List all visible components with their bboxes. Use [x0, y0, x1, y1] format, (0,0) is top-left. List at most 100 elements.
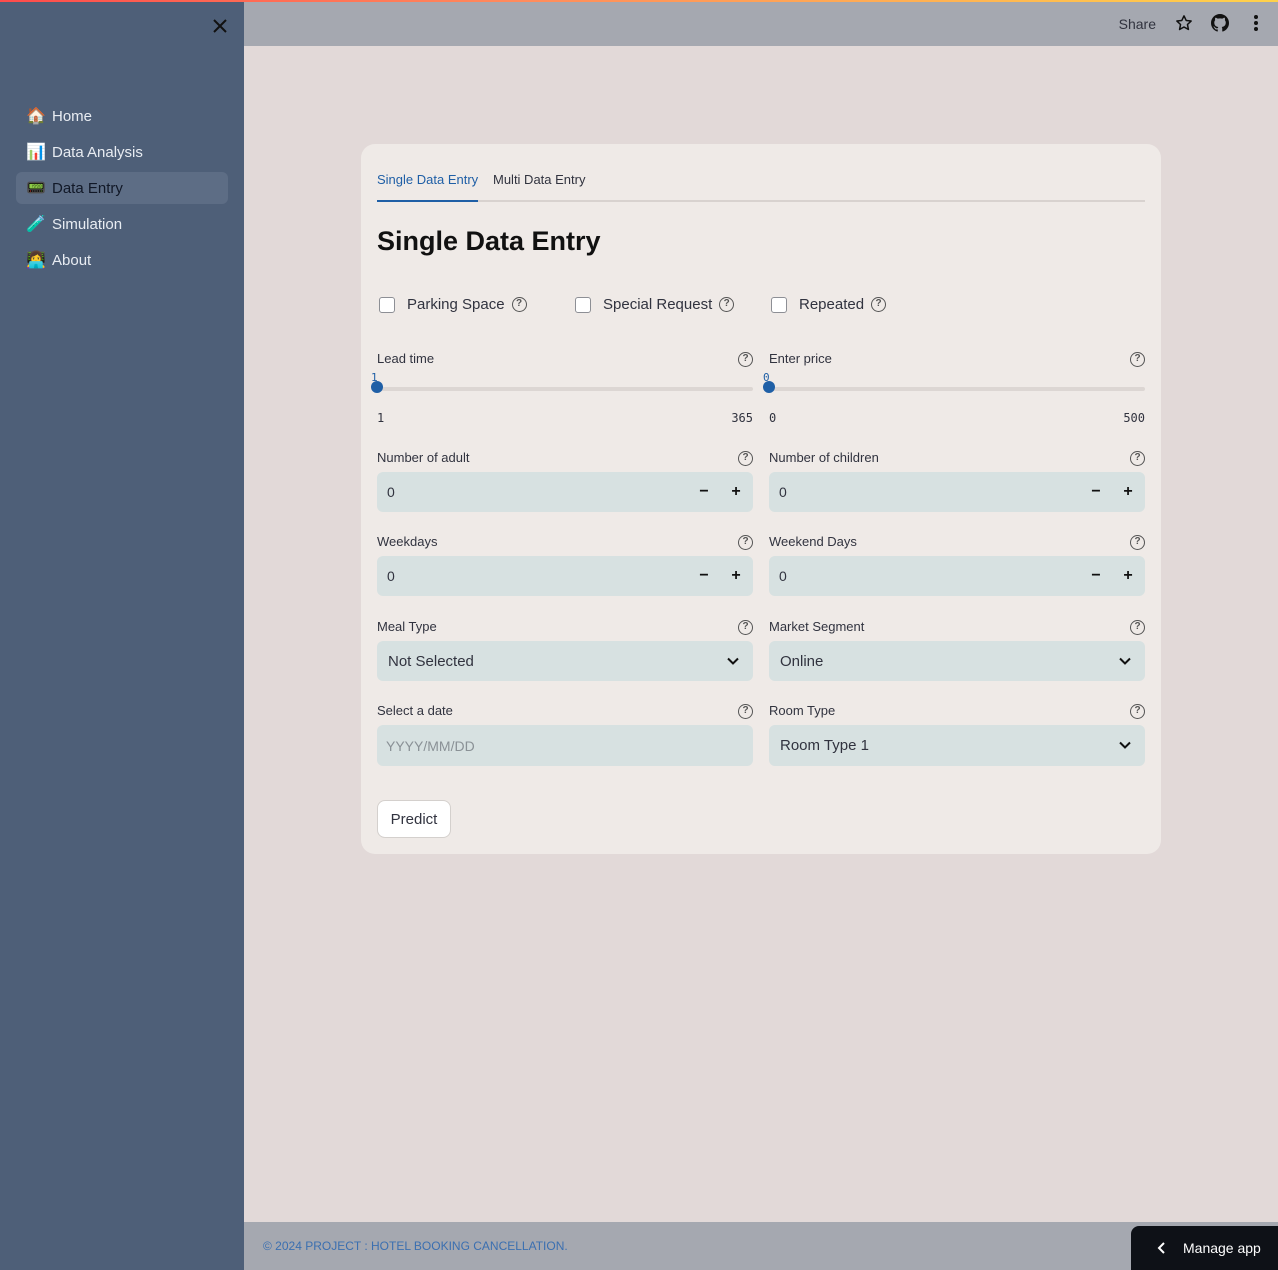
tab-bar: Single Data Entry Multi Data Entry: [377, 170, 1145, 202]
sidebar-item-label: Data Analysis: [52, 143, 143, 161]
sidebar: 🏠 Home 📊 Data Analysis 📟 Data Entry 🧪 Si…: [0, 0, 244, 1270]
decrement-button[interactable]: −: [1084, 481, 1108, 505]
technologist-icon: 👩‍💻: [26, 252, 46, 269]
app-header: Share: [244, 2, 1278, 46]
help-icon[interactable]: ?: [738, 451, 753, 466]
help-icon[interactable]: ?: [511, 297, 527, 312]
sidebar-item-simulation[interactable]: 🧪 Simulation: [16, 208, 228, 240]
checkbox-label: Parking Space: [407, 296, 505, 313]
chevron-down-icon: [1119, 657, 1131, 665]
help-icon[interactable]: ?: [1130, 352, 1145, 367]
pager-icon: 📟: [26, 180, 46, 197]
increment-button[interactable]: +: [1116, 565, 1140, 589]
market-segment-select[interactable]: Online: [769, 641, 1145, 681]
test-tube-icon: 🧪: [26, 216, 46, 233]
field-label: Enter price: [769, 351, 832, 366]
sidebar-item-label: Data Entry: [52, 179, 123, 197]
sidebar-item-label: Simulation: [52, 215, 123, 233]
sidebar-item-label: Home: [52, 107, 93, 125]
help-icon[interactable]: ?: [1130, 620, 1145, 635]
field-label: Meal Type: [377, 619, 437, 634]
date-field: Select a date ?: [377, 703, 753, 767]
repeated-checkbox-row: Repeated ?: [771, 296, 887, 313]
sidebar-item-home[interactable]: 🏠 Home: [16, 100, 228, 132]
share-button[interactable]: Share: [1119, 16, 1156, 32]
increment-button[interactable]: +: [1116, 481, 1140, 505]
sidebar-item-data-entry[interactable]: 📟 Data Entry: [16, 172, 228, 204]
tab-multi-data-entry[interactable]: Multi Data Entry: [493, 170, 585, 202]
field-label: Weekend Days: [769, 534, 857, 549]
number-value: 0: [779, 484, 787, 500]
page-title: Single Data Entry: [377, 226, 601, 256]
house-icon: 🏠: [26, 108, 46, 125]
field-label: Number of adult: [377, 450, 470, 465]
help-icon[interactable]: ?: [719, 297, 735, 312]
slider-min-label: 1: [377, 411, 385, 425]
select-value: Online: [780, 653, 824, 670]
weekend-days-number-input[interactable]: 0 − +: [769, 556, 1145, 596]
favorite-button[interactable]: [1173, 12, 1195, 34]
meal-type-field: Meal Type ? Not Selected: [377, 619, 753, 683]
field-label: Lead time: [377, 351, 435, 366]
number-value: 0: [387, 568, 395, 584]
meal-type-select[interactable]: Not Selected: [377, 641, 753, 681]
slider-min-label: 0: [769, 411, 777, 425]
help-icon[interactable]: ?: [738, 704, 753, 719]
slider-thumb[interactable]: [371, 381, 383, 393]
sidebar-item-data-analysis[interactable]: 📊 Data Analysis: [16, 136, 228, 168]
more-vertical-icon: [1254, 15, 1258, 31]
chevron-down-icon: [727, 657, 739, 665]
weekdays-number-field: Weekdays ? 0 − +: [377, 534, 753, 598]
checkbox-label: Repeated: [799, 296, 865, 313]
room-type-select[interactable]: Room Type 1: [769, 725, 1145, 766]
slider-thumb[interactable]: [763, 381, 775, 393]
footer-copyright: © 2024 PROJECT : HOTEL BOOKING CANCELLAT…: [263, 1239, 568, 1253]
increment-button[interactable]: +: [724, 481, 748, 505]
manage-app-label: Manage app: [1183, 1240, 1261, 1256]
github-button[interactable]: [1209, 12, 1231, 34]
adults-number-input[interactable]: 0 − +: [377, 472, 753, 512]
star-icon: [1176, 15, 1192, 31]
sidebar-item-about[interactable]: 👩‍💻 About: [16, 244, 228, 276]
weekdays-number-input[interactable]: 0 − +: [377, 556, 753, 596]
number-value: 0: [779, 568, 787, 584]
special-request-checkbox[interactable]: [575, 296, 591, 313]
help-icon[interactable]: ?: [1130, 535, 1145, 550]
help-icon[interactable]: ?: [738, 535, 753, 550]
number-value: 0: [387, 484, 395, 500]
decrement-button[interactable]: −: [692, 565, 716, 589]
help-icon[interactable]: ?: [1130, 704, 1145, 719]
help-icon[interactable]: ?: [738, 620, 753, 635]
children-number-field: Number of children ? 0 − +: [769, 450, 1145, 514]
tab-single-data-entry[interactable]: Single Data Entry: [377, 170, 479, 202]
help-icon[interactable]: ?: [1130, 451, 1145, 466]
github-icon: [1211, 14, 1229, 32]
parking-space-checkbox[interactable]: [379, 296, 395, 313]
slider-track[interactable]: [769, 387, 1145, 391]
main-menu-button[interactable]: [1245, 12, 1267, 34]
date-input[interactable]: [377, 725, 753, 766]
chevron-down-icon: [1119, 741, 1131, 749]
form-card: Single Data Entry Multi Data Entry Singl…: [361, 144, 1161, 854]
help-icon[interactable]: ?: [871, 297, 887, 312]
decrement-button[interactable]: −: [1084, 565, 1108, 589]
market-segment-field: Market Segment ? Online: [769, 619, 1145, 683]
help-icon[interactable]: ?: [738, 352, 753, 367]
select-value: Not Selected: [388, 653, 474, 670]
predict-button[interactable]: Predict: [377, 800, 451, 838]
repeated-checkbox[interactable]: [771, 296, 787, 313]
manage-app-button[interactable]: Manage app: [1131, 1226, 1278, 1270]
sidebar-item-label: About: [52, 251, 92, 269]
field-label: Market Segment: [769, 619, 865, 634]
adults-number-field: Number of adult ? 0 − +: [377, 450, 753, 514]
footer: © 2024 PROJECT : HOTEL BOOKING CANCELLAT…: [244, 1222, 1278, 1270]
field-label: Number of children: [769, 450, 879, 465]
increment-button[interactable]: +: [724, 565, 748, 589]
children-number-input[interactable]: 0 − +: [769, 472, 1145, 512]
sidebar-nav: 🏠 Home 📊 Data Analysis 📟 Data Entry 🧪 Si…: [16, 100, 228, 280]
price-slider-field: Enter price ? 0 0 500: [763, 351, 1145, 431]
slider-track[interactable]: [377, 387, 753, 391]
field-label: Room Type: [769, 703, 836, 718]
close-sidebar-button[interactable]: [208, 14, 232, 38]
decrement-button[interactable]: −: [692, 481, 716, 505]
